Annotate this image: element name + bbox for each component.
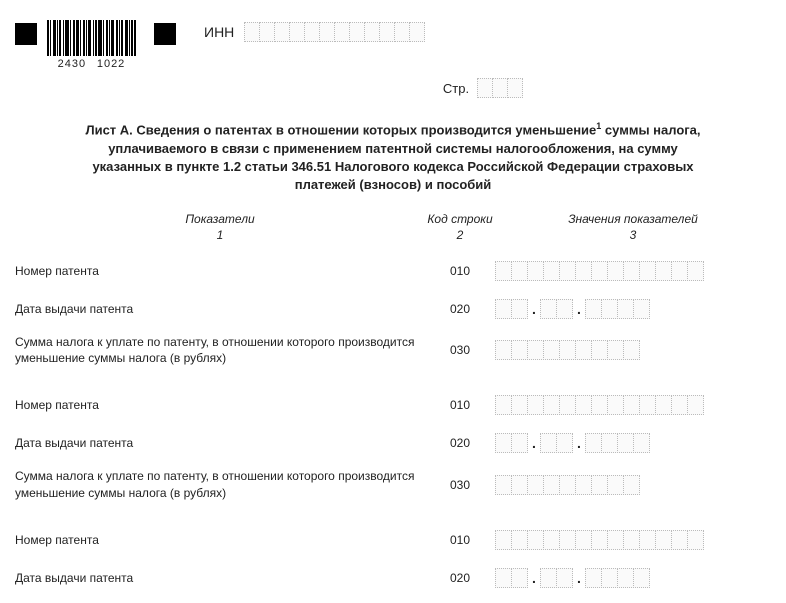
code-020: 020 bbox=[425, 302, 495, 316]
row-issue-date: Дата выдачи патента 020 . . bbox=[15, 565, 771, 591]
label-patent-number: Номер патента bbox=[15, 397, 425, 413]
patent-number-input-3[interactable] bbox=[495, 530, 704, 550]
row-tax-sum: Сумма налога к уплате по патенту, в отно… bbox=[15, 468, 771, 500]
code-010: 010 bbox=[425, 398, 495, 412]
barcode-num-right: 1022 bbox=[97, 58, 125, 70]
inn-input[interactable] bbox=[244, 22, 425, 42]
row-issue-date: Дата выдачи патента 020 . . bbox=[15, 430, 771, 456]
row-patent-number: Номер патента 010 bbox=[15, 392, 771, 418]
title-line2: уплачиваемого в связи с применением пате… bbox=[108, 141, 678, 156]
col-header-code: Код строки bbox=[425, 212, 495, 226]
page-title: Лист А. Сведения о патентах в отношении … bbox=[15, 120, 771, 212]
tax-sum-input-1[interactable] bbox=[495, 340, 640, 360]
row-patent-number: Номер патента 010 bbox=[15, 527, 771, 553]
corner-marker-right bbox=[154, 23, 176, 45]
label-issue-date: Дата выдачи патента bbox=[15, 570, 425, 586]
col-num-1: 1 bbox=[15, 228, 425, 242]
code-010: 010 bbox=[425, 533, 495, 547]
page-label: Стр. bbox=[443, 81, 469, 96]
date-separator: . bbox=[573, 435, 585, 451]
date-separator: . bbox=[528, 435, 540, 451]
page-input[interactable] bbox=[477, 78, 523, 98]
code-020: 020 bbox=[425, 436, 495, 450]
patent-number-input-2[interactable] bbox=[495, 395, 704, 415]
patent-number-input-1[interactable] bbox=[495, 261, 704, 281]
title-line4: платежей (взносов) и пособий bbox=[295, 177, 492, 192]
label-issue-date: Дата выдачи патента bbox=[15, 301, 425, 317]
label-patent-number: Номер патента bbox=[15, 532, 425, 548]
label-tax-sum: Сумма налога к уплате по патенту, в отно… bbox=[15, 468, 425, 500]
col-header-indicators: Показатели bbox=[15, 212, 425, 226]
label-tax-sum: Сумма налога к уплате по патенту, в отно… bbox=[15, 334, 425, 366]
title-line1a: Лист А. Сведения о патентах в отношении … bbox=[85, 122, 596, 137]
barcode-num-left: 2430 bbox=[58, 58, 86, 70]
date-separator: . bbox=[573, 570, 585, 586]
page-row: Стр. bbox=[195, 78, 771, 98]
code-010: 010 bbox=[425, 264, 495, 278]
column-headers: Показатели Код строки Значения показател… bbox=[15, 212, 771, 226]
barcode-icon bbox=[47, 20, 136, 56]
date-separator: . bbox=[573, 301, 585, 317]
label-patent-number: Номер патента bbox=[15, 263, 425, 279]
row-tax-sum: Сумма налога к уплате по патенту, в отно… bbox=[15, 334, 771, 366]
inn-row: ИНН bbox=[204, 22, 425, 42]
code-030: 030 bbox=[425, 343, 495, 357]
date-separator: . bbox=[528, 301, 540, 317]
date-separator: . bbox=[528, 570, 540, 586]
issue-date-input-1[interactable]: . . bbox=[495, 299, 650, 319]
column-numbers: 1 2 3 bbox=[15, 228, 771, 242]
label-issue-date: Дата выдачи патента bbox=[15, 435, 425, 451]
col-header-values: Значения показателей bbox=[495, 212, 771, 226]
barcode-numbers: 2430 1022 bbox=[47, 58, 136, 70]
code-020: 020 bbox=[425, 571, 495, 585]
col-num-2: 2 bbox=[425, 228, 495, 242]
corner-marker-left bbox=[15, 23, 37, 45]
code-030: 030 bbox=[425, 478, 495, 492]
issue-date-input-3[interactable]: . . bbox=[495, 568, 650, 588]
header-row: 2430 1022 ИНН bbox=[15, 20, 771, 70]
barcode-block: 2430 1022 bbox=[47, 20, 136, 70]
col-num-3: 3 bbox=[495, 228, 771, 242]
issue-date-input-2[interactable]: . . bbox=[495, 433, 650, 453]
row-patent-number: Номер патента 010 bbox=[15, 258, 771, 284]
title-line1b: суммы налога, bbox=[601, 122, 700, 137]
inn-label: ИНН bbox=[204, 24, 234, 40]
title-line3: указанных в пункте 1.2 статьи 346.51 Нал… bbox=[92, 159, 693, 174]
tax-sum-input-2[interactable] bbox=[495, 475, 640, 495]
row-issue-date: Дата выдачи патента 020 . . bbox=[15, 296, 771, 322]
